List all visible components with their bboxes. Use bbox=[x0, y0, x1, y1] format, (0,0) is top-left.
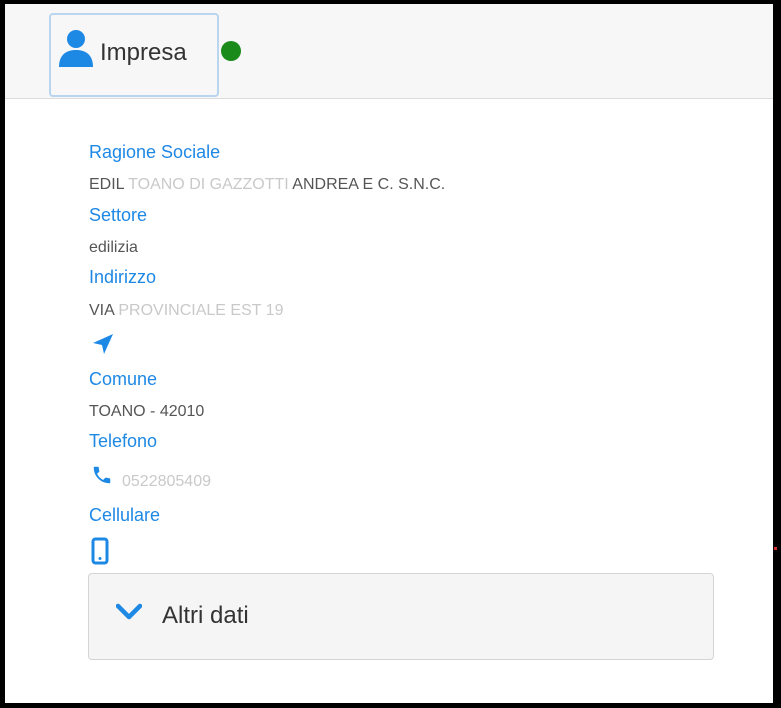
mobile-phone-icon[interactable] bbox=[91, 537, 109, 565]
status-indicator bbox=[221, 41, 241, 61]
ragione-sociale-suffix: ANDREA E C. S.N.C. bbox=[288, 176, 446, 193]
chevron-down-icon bbox=[116, 603, 142, 620]
ragione-sociale-blurred: TOANO DI GAZZOTTI bbox=[128, 176, 289, 193]
altri-dati-accordion[interactable]: Altri dati bbox=[88, 573, 714, 660]
ragione-sociale-label: Ragione Sociale bbox=[89, 142, 221, 162]
indirizzo-value: VIA PROVINCIALE EST 19 bbox=[89, 301, 283, 321]
header-bar: Impresa bbox=[5, 4, 773, 99]
tab-label: Impresa bbox=[100, 39, 187, 66]
phone-icon[interactable] bbox=[91, 464, 113, 486]
user-icon bbox=[59, 30, 93, 67]
tab-impresa[interactable]: Impresa bbox=[49, 13, 219, 97]
indirizzo-blurred: PROVINCIALE EST 19 bbox=[118, 302, 284, 319]
telefono-value[interactable]: 0522805409 bbox=[122, 472, 211, 492]
stray-mark bbox=[774, 547, 777, 550]
settore-value: edilizia bbox=[89, 239, 138, 256]
window-frame: Impresa Ragione Sociale EDIL TOANO DI GA… bbox=[0, 0, 781, 708]
indirizzo-label: Indirizzo bbox=[89, 267, 157, 287]
navigation-arrow-icon[interactable] bbox=[91, 332, 115, 356]
altri-dati-label: Altri dati bbox=[162, 602, 249, 629]
ragione-sociale-value: EDIL TOANO DI GAZZOTTI ANDREA E C. S.N.C… bbox=[89, 175, 445, 195]
indirizzo-prefix: VIA bbox=[89, 302, 119, 319]
cellulare-label: Cellulare bbox=[89, 505, 161, 525]
ragione-sociale-prefix: EDIL bbox=[89, 176, 129, 193]
telefono-label: Telefono bbox=[89, 431, 158, 451]
comune-label: Comune bbox=[89, 369, 158, 389]
comune-value: TOANO - 42010 bbox=[89, 403, 205, 420]
settore-label: Settore bbox=[89, 205, 148, 225]
